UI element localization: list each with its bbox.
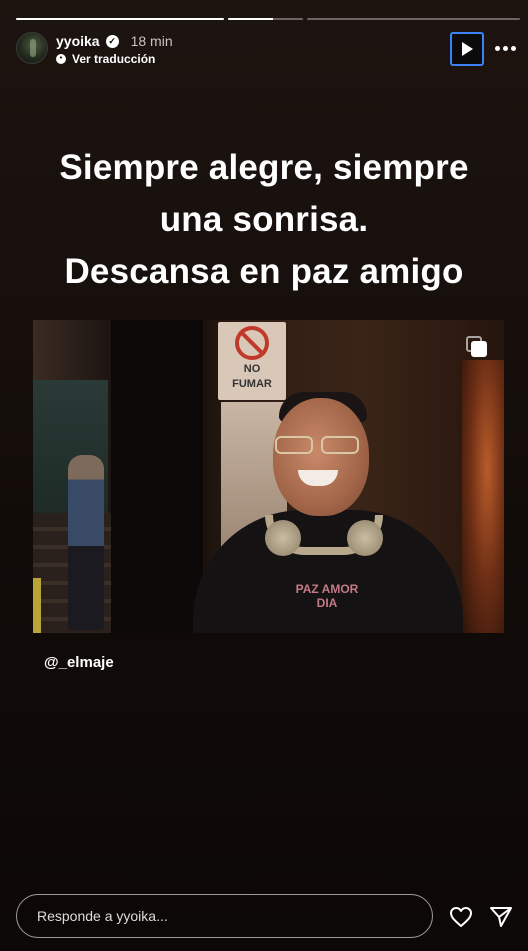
multiple-photos-icon — [466, 336, 488, 358]
reply-placeholder: Responde a yyoika... — [37, 908, 168, 924]
progress-segment-1 — [16, 18, 225, 20]
send-icon — [490, 907, 512, 927]
story-header: yyoika ✓ 18 min • Ver traducción — [16, 32, 518, 66]
reply-input[interactable]: Responde a yyoika... — [16, 894, 433, 938]
caption-line-2: una sonrisa. — [159, 200, 369, 239]
sign-text-bottom: FUMAR — [232, 378, 272, 390]
play-button[interactable] — [450, 32, 484, 66]
avatar[interactable] — [16, 32, 48, 64]
caption-line-1: Siempre alegre, siempre — [59, 148, 469, 187]
mention-sticker[interactable]: @_elmaje — [44, 654, 114, 671]
headphone-cup-right — [347, 520, 383, 556]
photo-background-person — [68, 455, 104, 630]
verified-badge-icon: ✓ — [105, 34, 119, 48]
story-photo[interactable]: NO FUMAR PAZ AMOR DIA — [33, 320, 504, 633]
shirt-print: PAZ AMOR DIA — [295, 582, 359, 610]
progress-segment-2 — [228, 18, 304, 20]
heart-icon — [450, 907, 472, 927]
more-options-button[interactable] — [492, 38, 518, 58]
no-smoking-icon — [235, 326, 269, 360]
play-icon — [462, 42, 473, 56]
caption-line-3: Descansa en paz amigo — [64, 252, 464, 291]
like-button[interactable] — [448, 904, 474, 930]
subject-glasses — [269, 436, 369, 456]
photo-pillar — [111, 320, 203, 633]
story-progress-bar — [16, 18, 521, 20]
translate-icon: • — [56, 54, 66, 64]
post-time: 18 min — [130, 33, 173, 49]
translate-label: Ver traducción — [72, 52, 156, 66]
subject-face — [273, 398, 369, 516]
progress-segment-3 — [307, 18, 521, 20]
username[interactable]: yyoika — [56, 33, 100, 49]
story-caption: Siempre alegre, siempre una sonrisa. Des… — [20, 142, 508, 298]
user-row: yyoika ✓ 18 min — [56, 33, 173, 49]
headphone-cup-left — [265, 520, 301, 556]
share-button[interactable] — [488, 904, 514, 930]
photo-yellow-edge — [33, 578, 41, 633]
photo-mural — [462, 360, 504, 633]
no-smoking-sign: NO FUMAR — [218, 322, 286, 400]
more-horizontal-icon — [494, 45, 500, 51]
sign-text-top: NO — [243, 363, 261, 375]
translate-link[interactable]: • Ver traducción — [56, 52, 155, 66]
